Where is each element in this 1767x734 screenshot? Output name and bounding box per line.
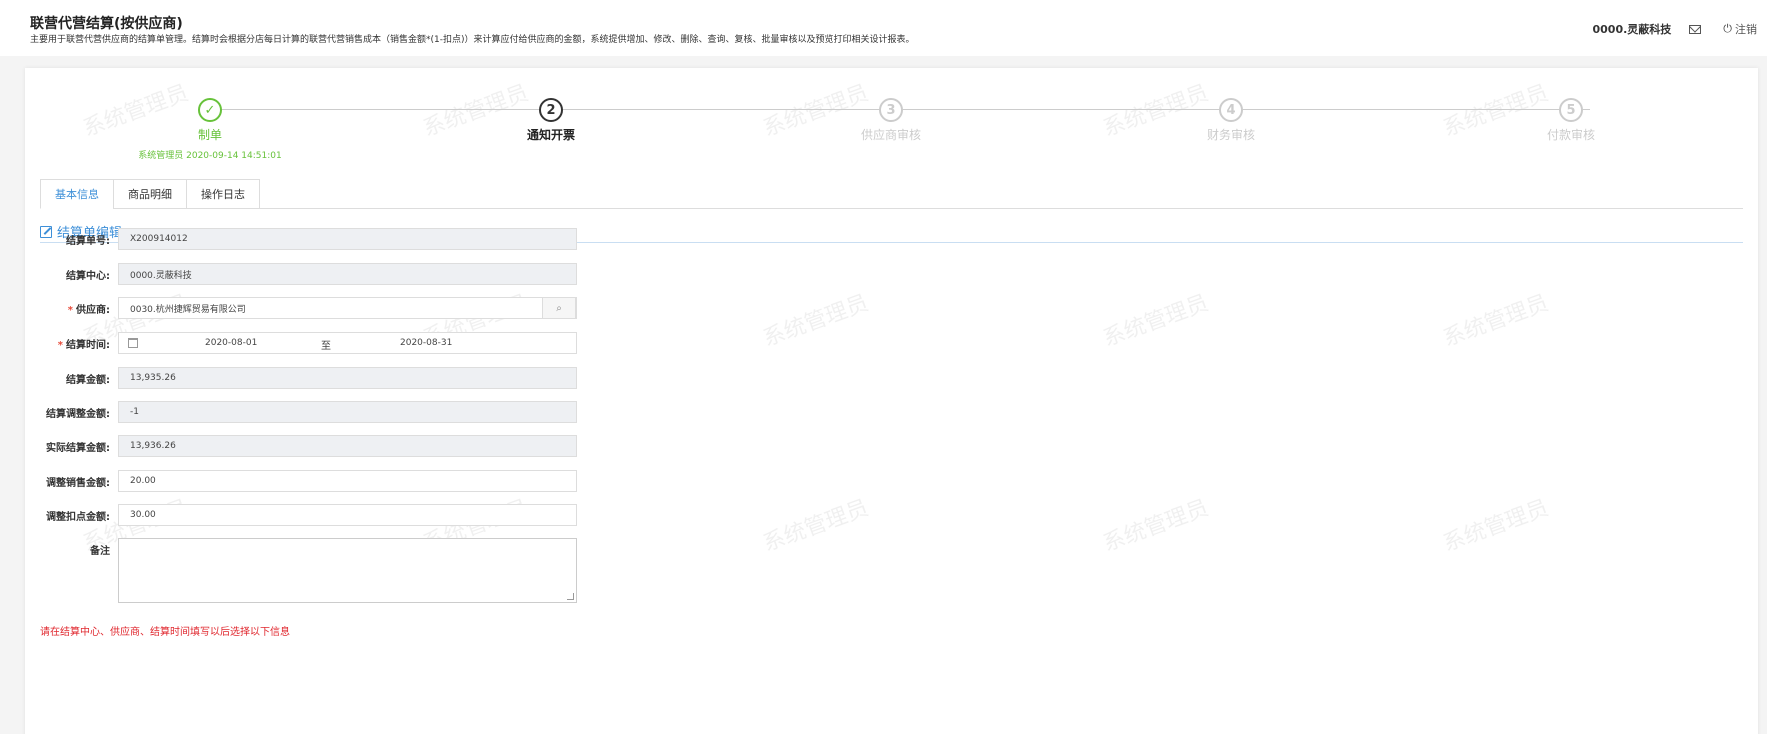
step-number: 4	[1219, 98, 1243, 122]
step-title: 供应商审核	[860, 128, 921, 142]
supplier-field[interactable]: 0030.杭州捷辉贸易有限公司 ⌕	[118, 297, 577, 319]
adjust-sales-input[interactable]: 20.00	[118, 470, 577, 492]
form-row-center: 结算中心: 0000.灵蔽科技	[25, 263, 625, 285]
form-row-adjust-amount: 结算调整金额: -1	[25, 401, 625, 423]
actual-amount-field: 13,936.26	[118, 435, 577, 457]
step-finance-review: 4 财务审核	[1151, 98, 1311, 143]
calendar-icon[interactable]	[128, 338, 138, 348]
form-row-actual-amount: 实际结算金额: 13,936.26	[25, 435, 625, 457]
step-payment-review: 5 付款审核	[1491, 98, 1651, 143]
watermark: 系统管理员	[1439, 495, 1552, 557]
step-title: 财务审核	[1206, 128, 1255, 142]
adjust-amount-label: 结算调整金额:	[46, 409, 110, 420]
step-number: 5	[1559, 98, 1583, 122]
form-row-period: * 结算时间: 2020-08-01 至 2020-08-31	[25, 332, 625, 354]
main-card: 系统管理员 系统管理员 系统管理员 系统管理员 系统管理员 系统管理员 系统管理…	[25, 68, 1758, 734]
center-label: 结算中心:	[66, 271, 110, 282]
tab-operation-log[interactable]: 操作日志	[186, 179, 260, 209]
step-invoice: 2 通知开票	[471, 98, 631, 143]
watermark: 系统管理员	[1099, 495, 1212, 557]
step-supplier-review: 3 供应商审核	[811, 98, 971, 143]
watermark: 系统管理员	[759, 290, 872, 352]
form-row-remark: 备注	[25, 538, 625, 603]
amount-label: 结算金额:	[66, 375, 110, 386]
tab-basic-info[interactable]: 基本信息	[40, 179, 114, 209]
tab-bar: 基本信息 商品明细 操作日志	[40, 179, 260, 209]
actual-amount-label: 实际结算金额:	[46, 443, 110, 454]
logout-button[interactable]: ⏻ 注销	[1723, 21, 1757, 37]
step-title: 制单	[197, 128, 222, 142]
form-row-adjust-deduct: 调整扣点金额: 30.00	[25, 504, 625, 526]
form-row-amount: 结算金额: 13,935.26	[25, 367, 625, 389]
amount-field: 13,935.26	[118, 367, 577, 389]
step-title: 通知开票	[526, 128, 575, 142]
search-icon[interactable]: ⌕	[542, 297, 576, 319]
form-row-supplier: * 供应商: 0030.杭州捷辉贸易有限公司 ⌕	[25, 297, 625, 319]
header-user-area: 0000.灵蔽科技 ⏻ 注销	[1593, 22, 1758, 36]
user-name[interactable]: 0000.灵蔽科技	[1593, 21, 1672, 37]
adjust-deduct-input[interactable]: 30.00	[118, 504, 577, 526]
adjust-deduct-label: 调整扣点金额:	[46, 512, 110, 523]
watermark: 系统管理员	[1439, 290, 1552, 352]
period-label: * 结算时间:	[57, 340, 110, 351]
check-icon: ✓	[198, 98, 222, 122]
center-field: 0000.灵蔽科技	[118, 263, 577, 285]
period-end[interactable]: 2020-08-31	[400, 338, 452, 348]
step-create: ✓ 制单 系统管理员 2020-09-14 14:51:01	[130, 98, 290, 161]
step-desc: 系统管理员 2020-09-14 14:51:01	[138, 151, 282, 161]
step-number: 2	[539, 98, 563, 122]
period-start[interactable]: 2020-08-01	[205, 338, 257, 348]
tab-product-detail[interactable]: 商品明细	[113, 179, 187, 209]
page-description: 主要用于联营代营供应商的结算单管理。结算时会根据分店每日计算的联营代营销售成本（…	[30, 35, 915, 45]
remark-textarea[interactable]	[118, 538, 577, 603]
warning-message: 请在结算中心、供应商、结算时间填写以后选择以下信息	[40, 627, 290, 638]
remark-label: 备注	[90, 546, 110, 557]
supplier-label: * 供应商:	[67, 305, 110, 316]
step-number: 3	[879, 98, 903, 122]
adjust-sales-label: 调整销售金额:	[46, 478, 110, 489]
supplier-value: 0030.杭州捷辉贸易有限公司	[130, 304, 246, 315]
watermark: 系统管理员	[1099, 290, 1212, 352]
watermark: 系统管理员	[759, 495, 872, 557]
period-field[interactable]: 2020-08-01 至 2020-08-31	[118, 332, 577, 354]
bill-no-field: X200914012	[118, 228, 577, 250]
page-title: 联营代营结算(按供应商)	[30, 16, 183, 32]
adjust-amount-field: -1	[118, 401, 577, 423]
tabs-line	[40, 208, 1743, 209]
page-header: 联营代营结算(按供应商) 主要用于联营代营供应商的结算单管理。结算时会根据分店每…	[0, 0, 1767, 56]
logout-label: 注销	[1735, 23, 1757, 36]
bill-no-label: 结算单号:	[66, 236, 110, 247]
period-separator: 至	[321, 341, 331, 352]
power-icon: ⏻	[1723, 22, 1732, 35]
mail-icon[interactable]	[1689, 24, 1702, 34]
step-title: 付款审核	[1546, 128, 1595, 142]
form-row-adjust-sales: 调整销售金额: 20.00	[25, 470, 625, 492]
form-row-bill-no: 结算单号: X200914012	[25, 228, 625, 250]
